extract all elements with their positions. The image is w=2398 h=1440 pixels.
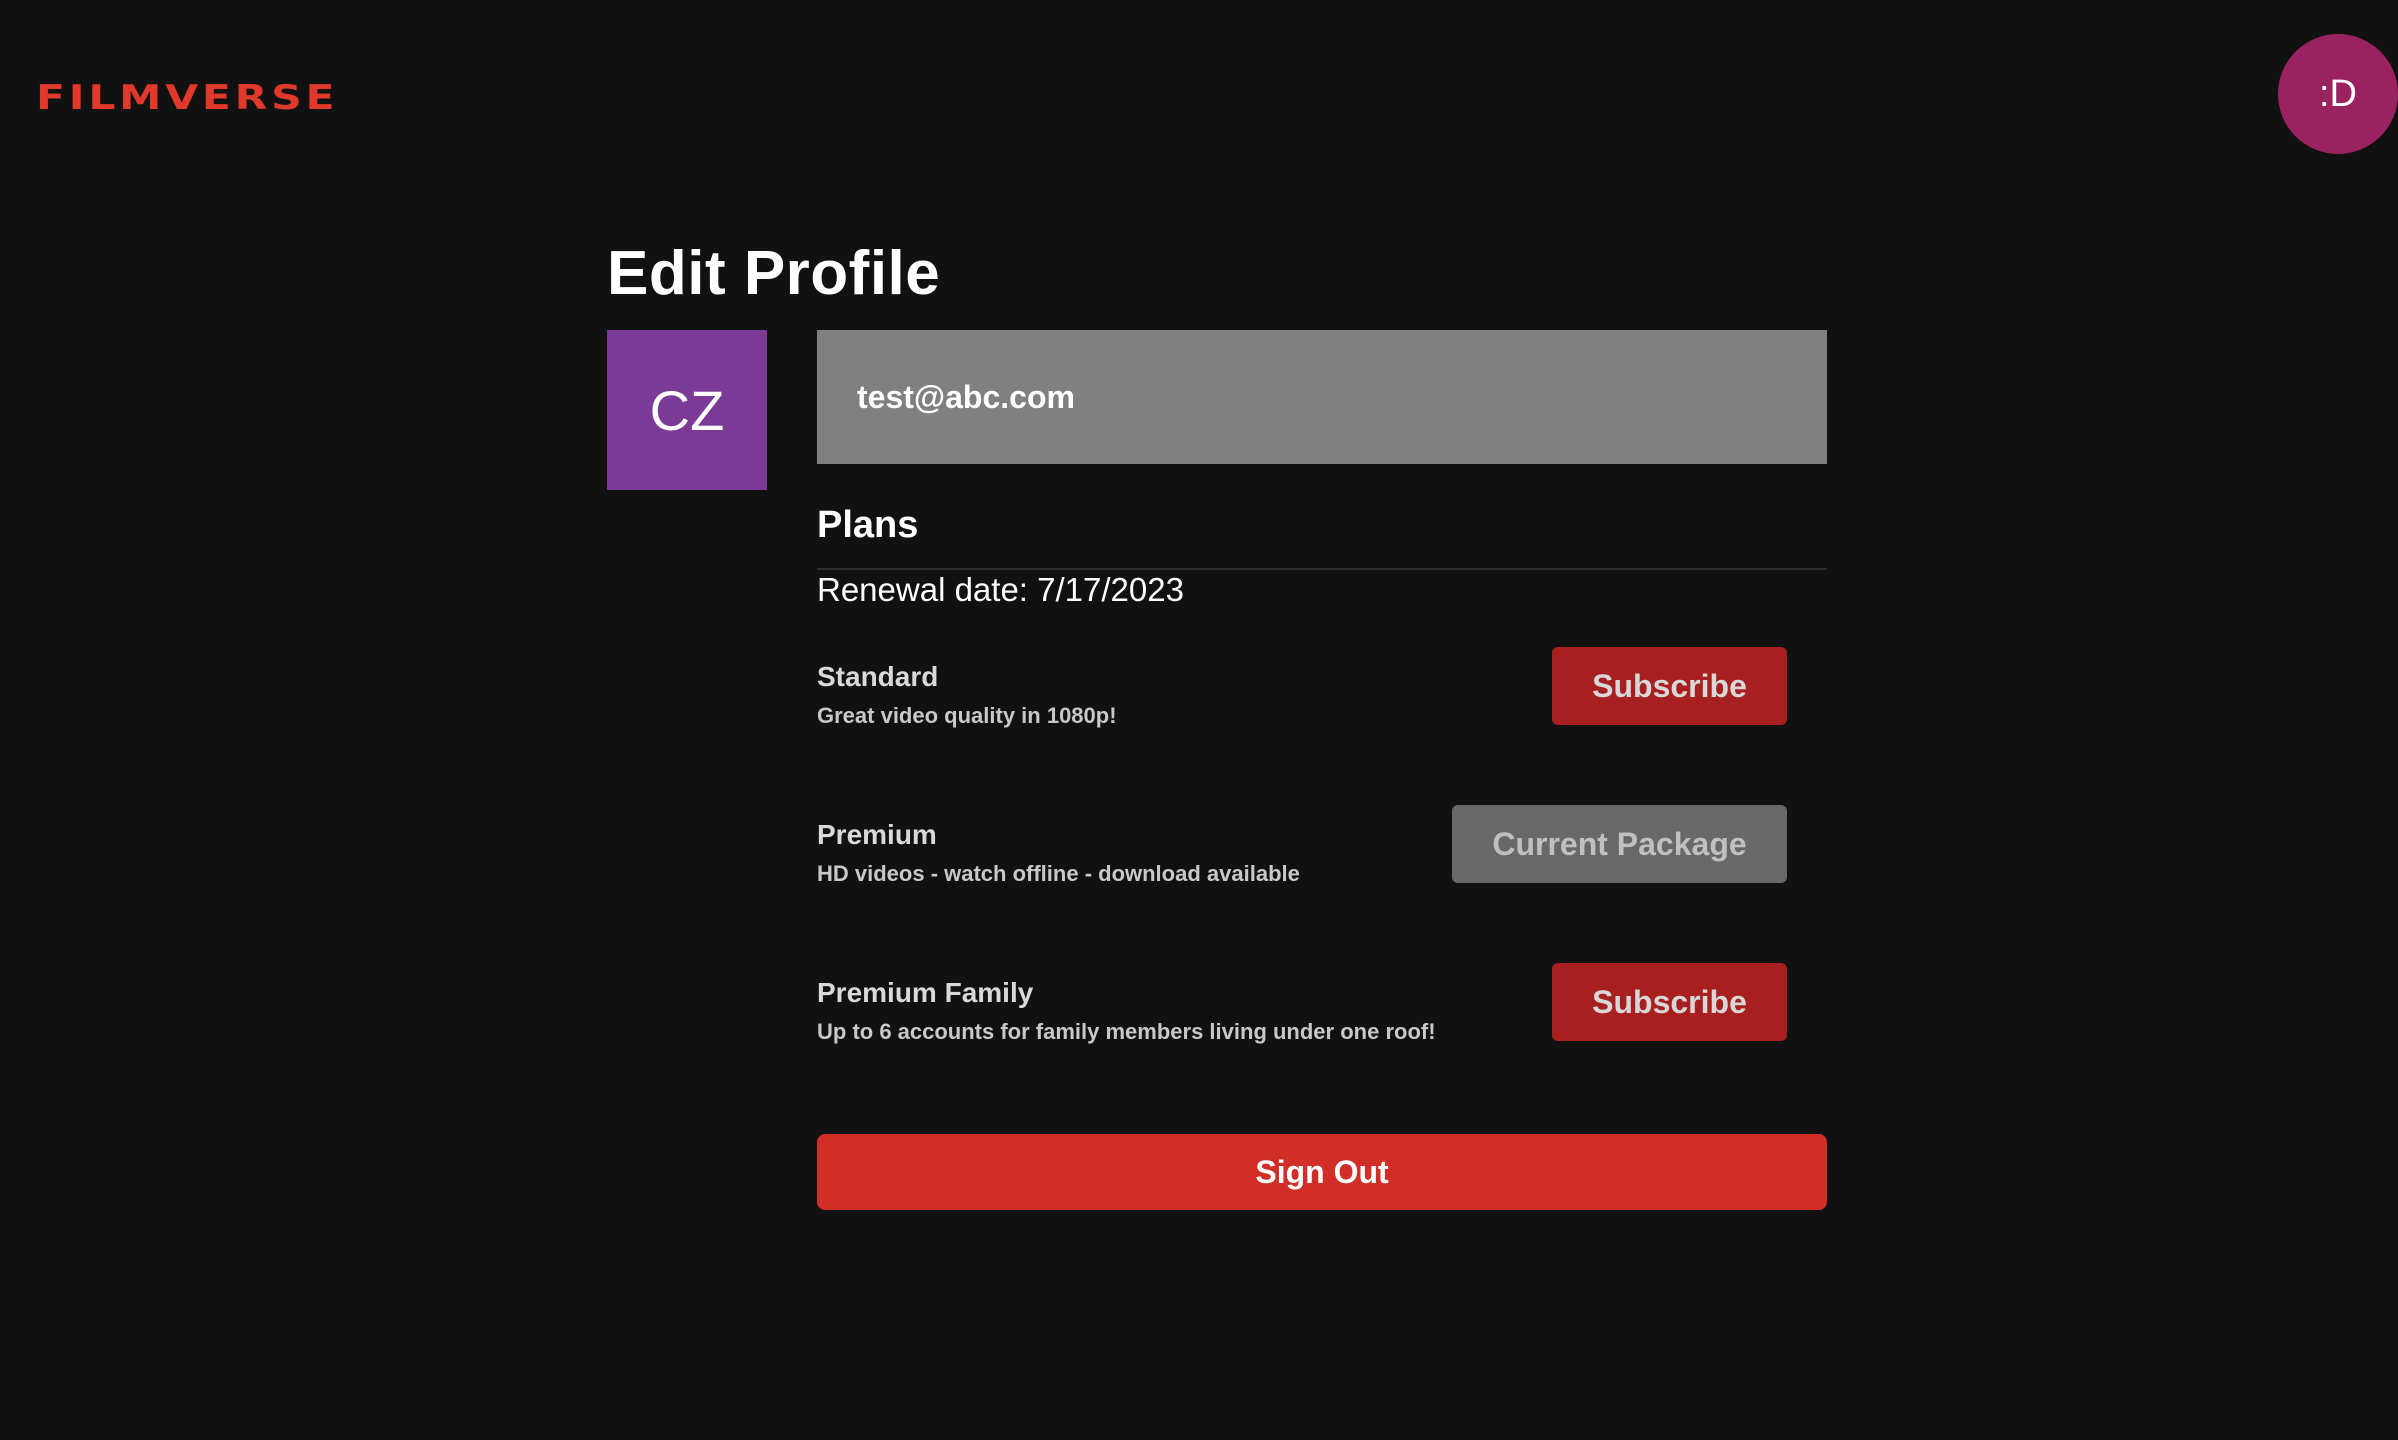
plan-description: HD videos - watch offline - download ava… (817, 861, 1300, 886)
plan-description: Up to 6 accounts for family members livi… (817, 1019, 1436, 1044)
email-display: test@abc.com (817, 330, 1827, 464)
subscribe-standard-button[interactable]: Subscribe (1552, 647, 1787, 725)
plans-divider (817, 568, 1827, 570)
plan-premium: Premium HD videos - watch offline - down… (817, 805, 1787, 897)
subscribe-premium-family-button[interactable]: Subscribe (1552, 963, 1787, 1041)
sign-out-button[interactable]: Sign Out (817, 1134, 1827, 1210)
profile-page: FILMVERSE :D Edit Profile CZ test@abc.co… (0, 0, 2398, 1440)
plans-heading: Plans (817, 504, 919, 546)
profile-avatar: CZ (607, 330, 767, 490)
filmverse-logo[interactable]: FILMVERSE (36, 78, 338, 118)
plan-description: Great video quality in 1080p! (817, 703, 1117, 728)
renewal-date: Renewal date: 7/17/2023 (817, 571, 1184, 608)
current-package-button[interactable]: Current Package (1452, 805, 1787, 883)
plan-name: Standard (817, 661, 939, 692)
plan-premium-family: Premium Family Up to 6 accounts for fami… (817, 963, 1787, 1055)
plan-standard: Standard Great video quality in 1080p! S… (817, 647, 1787, 739)
user-avatar[interactable]: :D (2278, 34, 2398, 154)
plan-name: Premium (817, 819, 937, 850)
page-title: Edit Profile (607, 239, 941, 308)
plan-name: Premium Family (817, 977, 1034, 1008)
